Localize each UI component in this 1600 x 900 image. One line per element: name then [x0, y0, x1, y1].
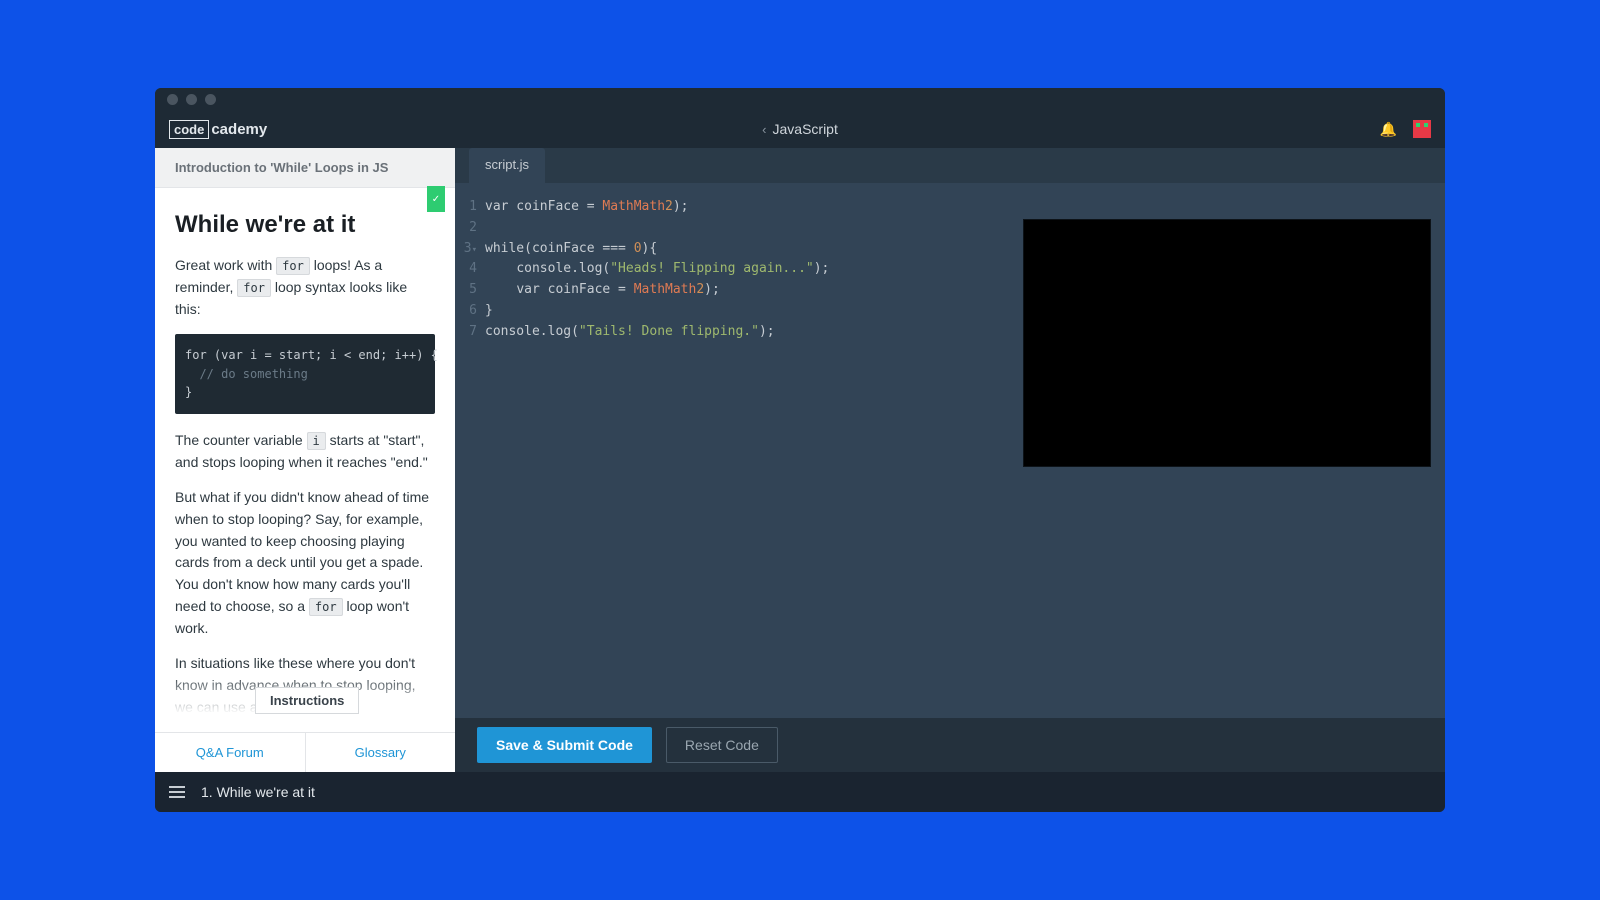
- topbar: codecademy ‹ JavaScript 🔔: [155, 110, 1445, 148]
- topbar-right: 🔔: [1380, 120, 1431, 138]
- gutter: 1 2 3▾ 4 5 6 7: [455, 197, 485, 718]
- lesson-title: While we're at it: [175, 206, 435, 243]
- logo[interactable]: codecademy: [169, 120, 267, 139]
- code-lines[interactable]: var coinFace = MathMath2); while(coinFac…: [485, 197, 829, 718]
- lesson-footer: Q&A Forum Glossary: [155, 732, 455, 772]
- instructions-tab[interactable]: Instructions: [255, 687, 359, 714]
- lesson-p3: But what if you didn't know ahead of tim…: [175, 487, 435, 639]
- code-block: for (var i = start; i < end; i++) { // d…: [175, 334, 435, 414]
- logo-box: code: [169, 120, 209, 139]
- code-inline: for: [276, 257, 310, 275]
- chevron-left-icon: ‹: [762, 122, 766, 137]
- code-editor[interactable]: 1 2 3▾ 4 5 6 7 var coinFace = MathMath2)…: [455, 183, 1445, 718]
- editor-panel: script.js 1 2 3▾ 4 5 6 7 var coinFace = …: [455, 148, 1445, 772]
- glossary-link[interactable]: Glossary: [306, 733, 456, 772]
- editor-tabs: script.js: [455, 148, 1445, 183]
- bottom-bar: 1. While we're at it: [155, 772, 1445, 812]
- code-inline: for: [237, 279, 271, 297]
- bottom-title[interactable]: 1. While we're at it: [201, 784, 315, 800]
- editor-tab-scriptjs[interactable]: script.js: [469, 148, 545, 183]
- main-area: Introduction to 'While' Loops in JS ✓ Wh…: [155, 148, 1445, 772]
- code-inline: i: [307, 432, 326, 450]
- window-close-dot[interactable]: [167, 94, 178, 105]
- editor-footer: Save & Submit Code Reset Code: [455, 718, 1445, 772]
- lesson-panel: Introduction to 'While' Loops in JS ✓ Wh…: [155, 148, 455, 772]
- window-min-dot[interactable]: [186, 94, 197, 105]
- menu-icon[interactable]: [169, 786, 185, 798]
- breadcrumb-label: JavaScript: [772, 121, 837, 137]
- reset-code-button[interactable]: Reset Code: [666, 727, 778, 763]
- avatar[interactable]: [1413, 120, 1431, 138]
- lesson-p2: The counter variable i starts at "start"…: [175, 430, 435, 473]
- app-window: codecademy ‹ JavaScript 🔔 Introduction t…: [155, 88, 1445, 812]
- bell-icon[interactable]: 🔔: [1380, 121, 1397, 138]
- save-submit-button[interactable]: Save & Submit Code: [477, 727, 652, 763]
- code-inline: for: [309, 598, 343, 616]
- window-max-dot[interactable]: [205, 94, 216, 105]
- window-titlebar: [155, 88, 1445, 110]
- lesson-p1: Great work with for loops! As a reminder…: [175, 255, 435, 320]
- breadcrumb[interactable]: ‹ JavaScript: [762, 121, 838, 137]
- output-console[interactable]: [1023, 219, 1431, 467]
- lesson-body: While we're at it Great work with for lo…: [155, 188, 455, 732]
- qa-forum-link[interactable]: Q&A Forum: [155, 733, 306, 772]
- lesson-header: Introduction to 'While' Loops in JS: [155, 148, 455, 188]
- logo-text: cademy: [211, 121, 267, 138]
